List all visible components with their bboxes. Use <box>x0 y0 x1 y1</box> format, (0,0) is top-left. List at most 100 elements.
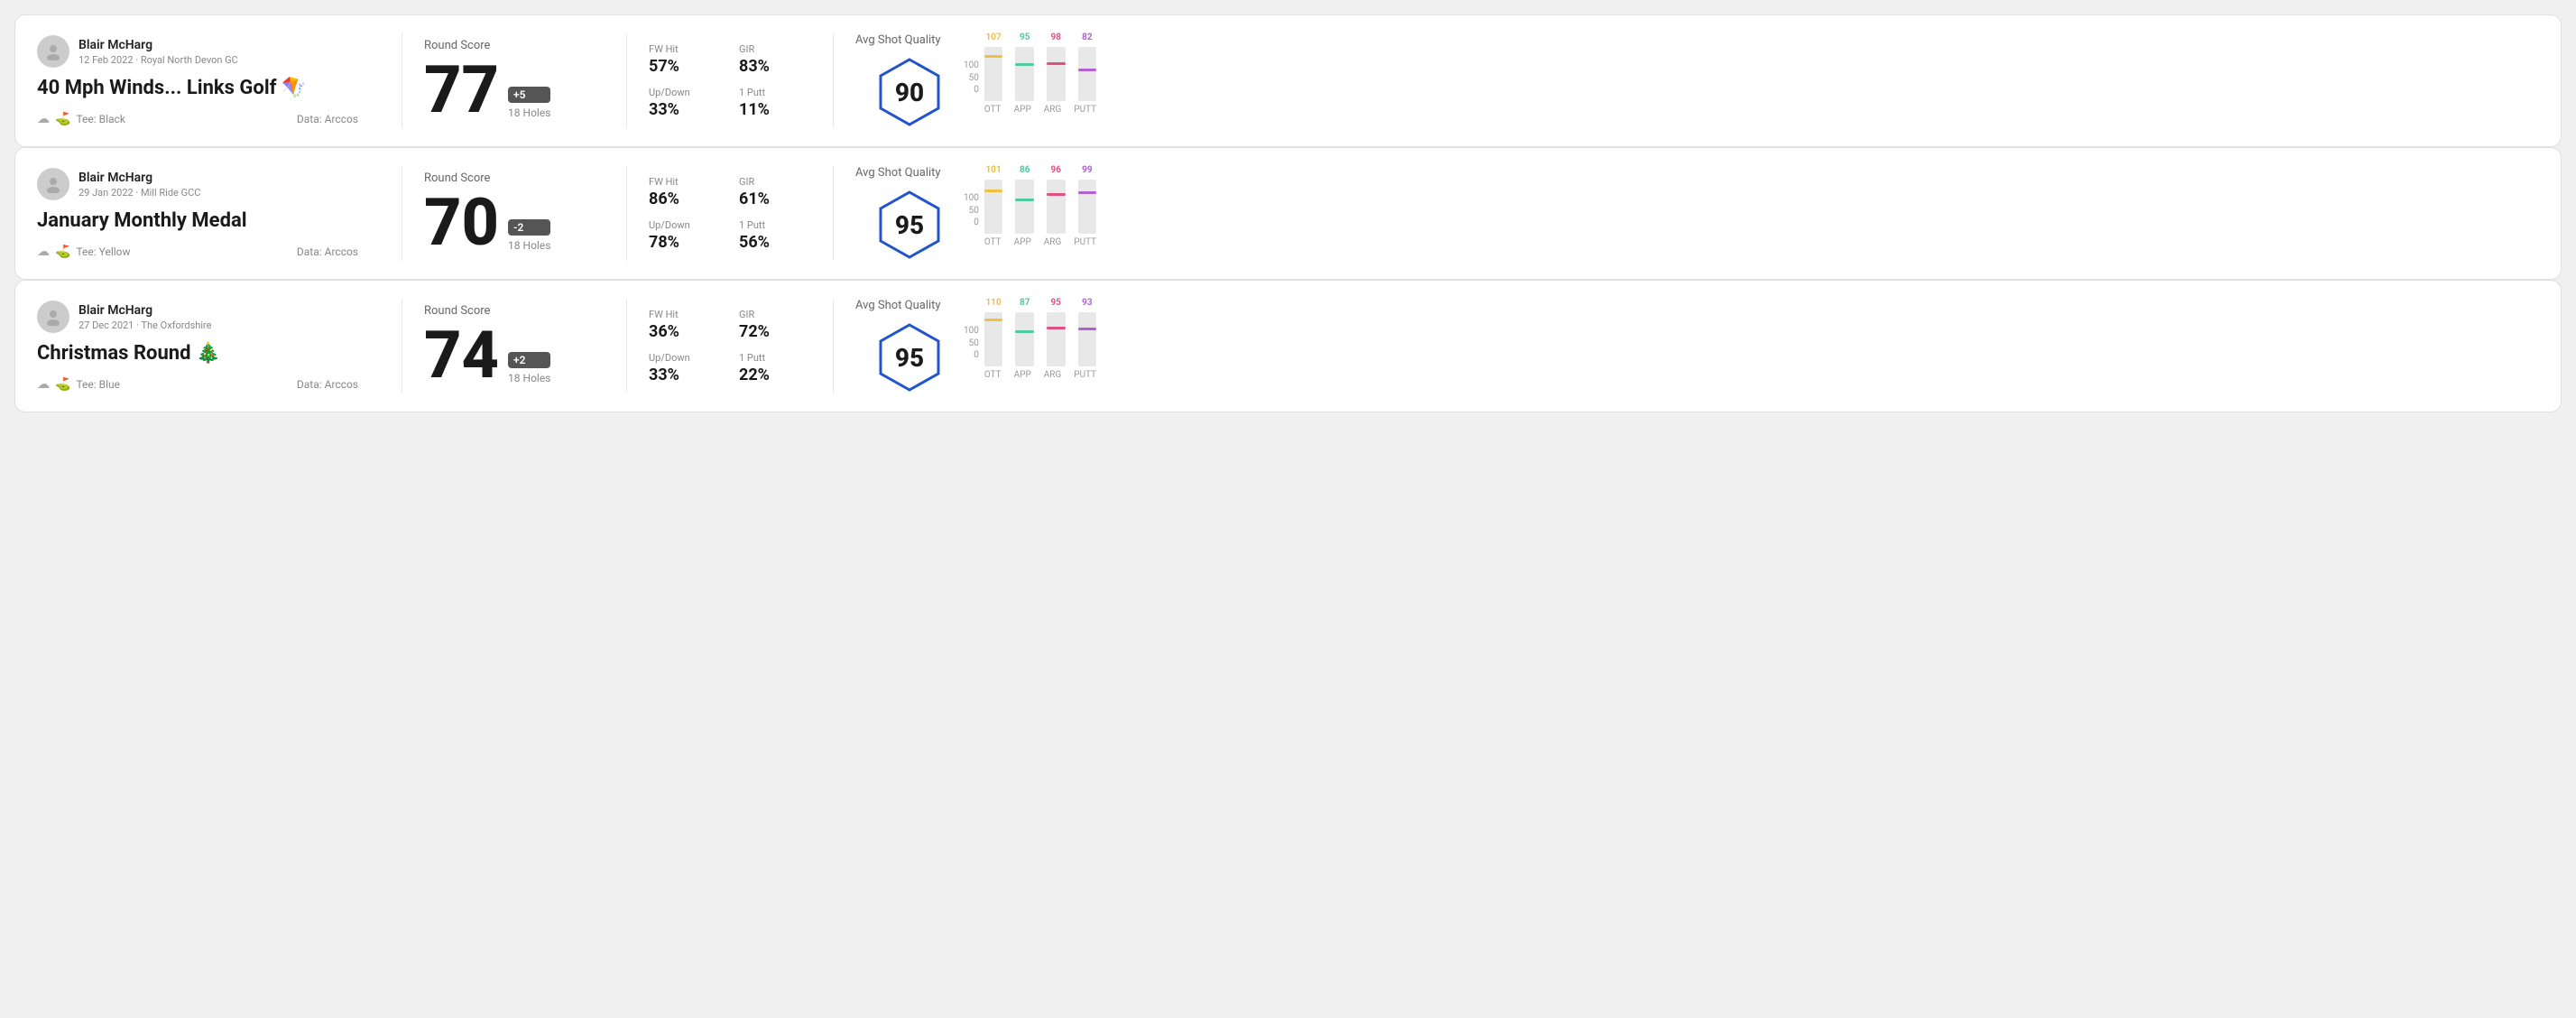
round-title: 40 Mph Winds... Links Golf 🪁 <box>37 77 358 99</box>
oneputt-label: 1 Putt <box>739 219 811 231</box>
x-label-arg: ARG <box>1044 237 1062 247</box>
y-label-50: 50 <box>964 338 979 348</box>
bar-bg-app <box>1015 312 1034 366</box>
chart-section: 100500 110 87 95 93 OTTAPPARGPUTT <box>964 312 2539 380</box>
bar-accent-putt <box>1078 191 1097 194</box>
updown-value: 33% <box>649 100 721 119</box>
weather-icon: ☁ <box>37 377 50 392</box>
score-main: 77 +5 18 Holes <box>424 58 605 123</box>
stats-section: FW Hit 57% GIR 83% Up/Down 33% 1 Putt 11… <box>649 43 811 119</box>
x-label-arg: ARG <box>1044 105 1062 115</box>
updown-stat: Up/Down 33% <box>649 87 721 119</box>
gir-value: 61% <box>739 190 811 208</box>
bar-accent-ott <box>984 55 1003 58</box>
score-number: 77 <box>424 58 499 123</box>
bar-value-putt: 82 <box>1082 32 1092 42</box>
round-score-label: Round Score <box>424 171 605 185</box>
round-score-label: Round Score <box>424 304 605 318</box>
x-label-app: APP <box>1014 370 1031 380</box>
bar-bg-arg <box>1047 180 1066 234</box>
x-label-ott: OTT <box>984 237 1002 247</box>
quality-section: Avg Shot Quality 95 <box>855 166 964 261</box>
weather-icon: ☁ <box>37 245 50 259</box>
bar-accent-putt <box>1078 69 1097 71</box>
oneputt-label: 1 Putt <box>739 352 811 364</box>
x-label-putt: PUTT <box>1074 370 1096 380</box>
bar-value-ott: 101 <box>986 165 1002 175</box>
quality-number: 95 <box>895 343 924 373</box>
oneputt-label: 1 Putt <box>739 87 811 98</box>
bars-and-labels: 101 86 96 99 OTTAPPARGPUTT <box>984 180 1096 247</box>
x-label-arg: ARG <box>1044 370 1062 380</box>
bar-value-ott: 107 <box>986 32 1002 42</box>
gir-label: GIR <box>739 309 811 320</box>
player-name: Blair McHarg <box>78 303 211 318</box>
hexagon-container: 95 <box>873 321 946 393</box>
bar-accent-putt <box>1078 328 1097 330</box>
stats-grid: FW Hit 57% GIR 83% Up/Down 33% 1 Putt 11… <box>649 43 811 119</box>
bars-and-labels: 110 87 95 93 OTTAPPARGPUTT <box>984 312 1096 380</box>
updown-label: Up/Down <box>649 219 721 231</box>
bar-col-app: 86 <box>1015 180 1034 234</box>
data-source: Data: Arccos <box>297 378 358 391</box>
score-section: Round Score 77 +5 18 Holes <box>424 39 605 123</box>
bar-bg-ott <box>984 312 1003 366</box>
holes-label: 18 Holes <box>508 239 550 252</box>
y-label-0: 0 <box>964 85 979 95</box>
score-diff-badge: +2 <box>508 352 550 368</box>
x-labels-row: OTTAPPARGPUTT <box>984 237 1096 247</box>
bar-value-putt: 93 <box>1082 298 1092 308</box>
y-axis-labels: 100500 <box>964 193 981 247</box>
x-label-ott: OTT <box>984 105 1002 115</box>
bag-icon: ⛳ <box>55 377 70 392</box>
x-labels-row: OTTAPPARGPUTT <box>984 370 1096 380</box>
x-label-app: APP <box>1014 105 1031 115</box>
score-main: 70 -2 18 Holes <box>424 190 605 255</box>
bars-row: 110 87 95 93 <box>984 312 1096 366</box>
player-info: Blair McHarg 29 Jan 2022 · Mill Ride GCC <box>37 168 358 200</box>
bar-accent-app <box>1015 199 1034 201</box>
bar-col-ott: 101 <box>984 180 1003 234</box>
stats-section: FW Hit 86% GIR 61% Up/Down 78% 1 Putt 56… <box>649 176 811 252</box>
score-badge-group: +2 18 Holes <box>508 352 550 384</box>
bag-icon: ⛳ <box>55 112 70 126</box>
hexagon-container: 90 <box>873 56 946 128</box>
oneputt-value: 22% <box>739 366 811 384</box>
footer-info: ☁ ⛳ Tee: Black Data: Arccos <box>37 112 358 126</box>
score-diff-badge: -2 <box>508 219 550 236</box>
gir-stat: GIR 61% <box>739 176 811 208</box>
bar-bg-ott <box>984 180 1003 234</box>
footer-info: ☁ ⛳ Tee: Blue Data: Arccos <box>37 377 358 392</box>
bar-accent-arg <box>1047 193 1066 196</box>
footer-info: ☁ ⛳ Tee: Yellow Data: Arccos <box>37 245 358 259</box>
gir-stat: GIR 72% <box>739 309 811 341</box>
bar-accent-app <box>1015 330 1034 333</box>
weather-icon: ☁ <box>37 112 50 126</box>
round-card-1: Blair McHarg 12 Feb 2022 · Royal North D… <box>14 14 2562 147</box>
y-axis-labels: 100500 <box>964 326 981 380</box>
bars-and-labels: 107 95 98 82 OTTAPPARGPUTT <box>984 47 1096 115</box>
bar-col-app: 87 <box>1015 312 1034 366</box>
tee-info: ☁ ⛳ Tee: Black <box>37 112 125 126</box>
bar-bg-arg <box>1047 47 1066 101</box>
player-info: Blair McHarg 12 Feb 2022 · Royal North D… <box>37 35 358 68</box>
player-name: Blair McHarg <box>78 171 200 185</box>
fw-hit-stat: FW Hit 57% <box>649 43 721 76</box>
avatar <box>37 35 69 68</box>
tee-label: Tee: Black <box>76 113 125 125</box>
tee-info: ☁ ⛳ Tee: Blue <box>37 377 120 392</box>
bar-bg-putt <box>1078 180 1097 234</box>
divider-3 <box>833 166 834 261</box>
updown-value: 33% <box>649 366 721 384</box>
fw-hit-value: 36% <box>649 322 721 341</box>
bar-bg-putt <box>1078 312 1097 366</box>
score-diff-badge: +5 <box>508 87 550 103</box>
chart-section: 100500 107 95 98 82 OTTAPPARGPUTT <box>964 47 2539 115</box>
updown-value: 78% <box>649 233 721 252</box>
bar-value-arg: 98 <box>1051 32 1061 42</box>
fw-hit-value: 86% <box>649 190 721 208</box>
bars-row: 101 86 96 99 <box>984 180 1096 234</box>
data-source: Data: Arccos <box>297 245 358 258</box>
bar-value-arg: 95 <box>1051 298 1061 308</box>
round-title: January Monthly Medal <box>37 209 358 232</box>
